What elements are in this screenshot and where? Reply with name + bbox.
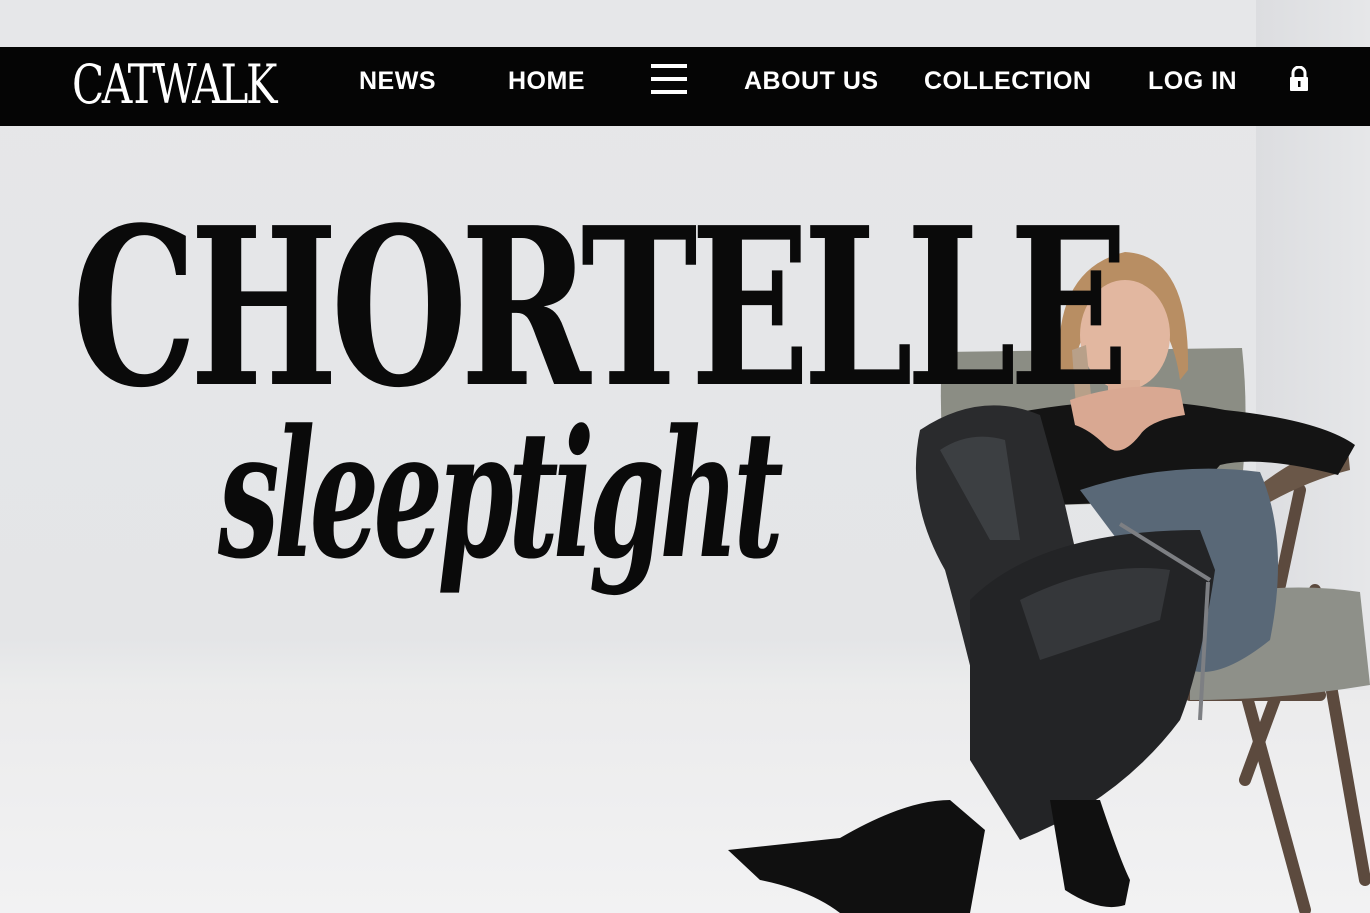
hamburger-menu-icon[interactable] <box>651 62 687 96</box>
hero-title: CHORTELLE <box>72 180 1129 436</box>
nav-link-news[interactable]: NEWS <box>359 64 436 98</box>
nav-link-log-in[interactable]: LOG IN <box>1148 64 1237 98</box>
lock-icon[interactable] <box>1288 66 1310 92</box>
model-boot-front <box>728 800 985 913</box>
hero-subtitle: sleeptight <box>218 391 784 598</box>
brand-logo[interactable]: CATWALK <box>72 54 277 116</box>
nav-link-collection[interactable]: COLLECTION <box>924 64 1092 98</box>
model-boot-back <box>1050 800 1130 908</box>
nav-link-home[interactable]: HOME <box>508 64 585 98</box>
nav-link-about-us[interactable]: ABOUT US <box>744 64 879 98</box>
